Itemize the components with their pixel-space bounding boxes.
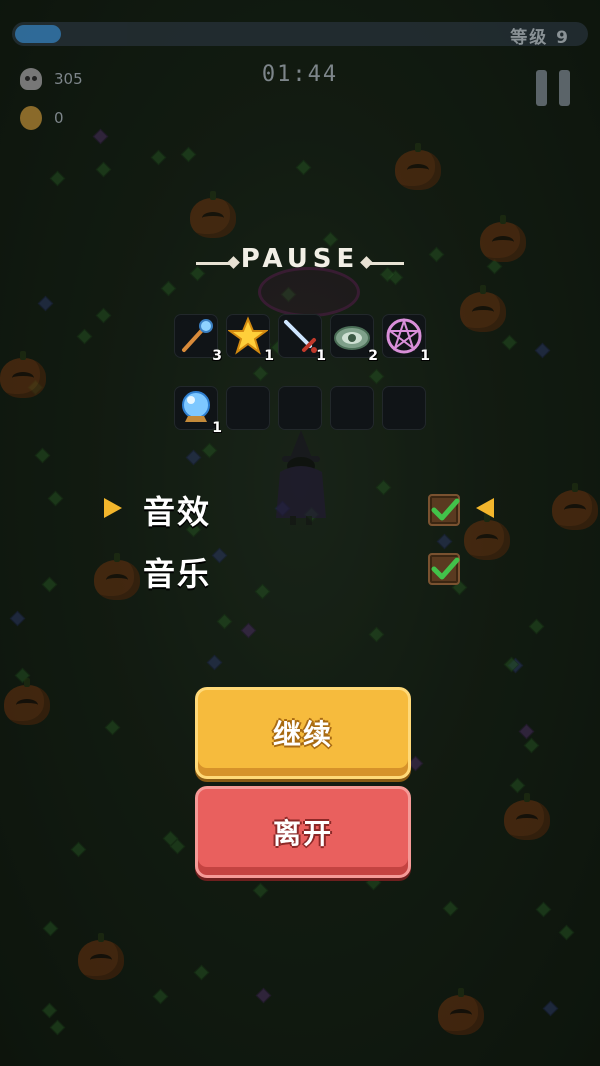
xp-bar bbox=[12, 22, 588, 46]
weapon-level: 1 bbox=[264, 348, 274, 364]
weapon-level: 3 bbox=[212, 348, 222, 364]
music-label[interactable]: 音乐 bbox=[143, 549, 211, 595]
checkmark-icon bbox=[431, 557, 460, 580]
weapon-slot-1: 3 bbox=[174, 314, 222, 364]
passive-slot-4 bbox=[330, 386, 374, 430]
weapon-level: 1 bbox=[420, 348, 430, 364]
weapon-slot-3: 1 bbox=[278, 314, 326, 364]
passive-slot-5 bbox=[382, 386, 426, 430]
weapon-slot-4: 2 bbox=[330, 314, 378, 364]
weapon-slot-2: 1 bbox=[226, 314, 274, 364]
sfx-checkbox[interactable] bbox=[428, 494, 460, 526]
pause-title: PAUSE bbox=[240, 244, 360, 274]
pause-overlay bbox=[0, 0, 600, 1066]
coin-count: 0 bbox=[54, 109, 64, 127]
coin-icon bbox=[20, 106, 42, 130]
passive-slot-1: 1 bbox=[174, 386, 222, 436]
music-checkbox[interactable] bbox=[428, 553, 460, 585]
sfx-label[interactable]: 音效 bbox=[143, 487, 211, 533]
title-divider-right bbox=[368, 262, 404, 265]
passive-slot-3 bbox=[278, 386, 322, 430]
weapon-level: 2 bbox=[368, 348, 378, 364]
game-timer: 01:44 bbox=[261, 62, 339, 87]
weapon-level: 1 bbox=[316, 348, 326, 364]
passive-slot-2 bbox=[226, 386, 270, 430]
pause-icon[interactable] bbox=[536, 70, 570, 106]
selector-arrow-left-icon bbox=[476, 498, 494, 518]
coin-counter: 0 bbox=[20, 106, 64, 130]
passive-level: 1 bbox=[212, 420, 222, 436]
xp-bar-fill bbox=[15, 25, 61, 43]
weapon-slot-5: 1 bbox=[382, 314, 430, 364]
level-label: 等级 9 bbox=[510, 28, 570, 48]
checkmark-icon bbox=[431, 498, 460, 521]
continue-button[interactable]: 继续 bbox=[195, 687, 411, 779]
selector-arrow-right-icon bbox=[104, 498, 122, 518]
leave-button[interactable]: 离开 bbox=[195, 786, 411, 878]
